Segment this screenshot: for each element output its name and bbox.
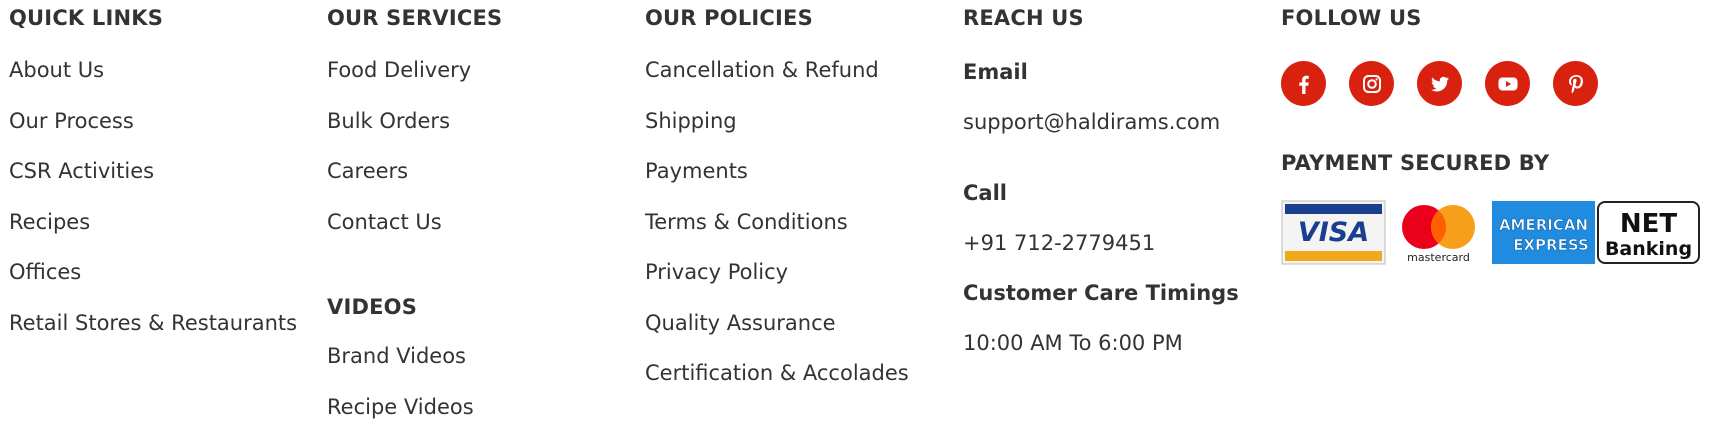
link-recipes[interactable]: Recipes bbox=[9, 210, 90, 234]
list-item: Food Delivery bbox=[327, 56, 627, 107]
list-item: Retail Stores & Restaurants bbox=[9, 309, 309, 360]
pinterest-icon[interactable] bbox=[1553, 61, 1598, 106]
list-item: Cancellation & Refund bbox=[645, 56, 945, 107]
services-list: Food Delivery Bulk Orders Careers Contac… bbox=[327, 56, 627, 258]
list-item: Certification & Accolades bbox=[645, 359, 945, 410]
link-payments[interactable]: Payments bbox=[645, 159, 748, 183]
link-bulk-orders[interactable]: Bulk Orders bbox=[327, 109, 450, 133]
link-privacy-policy[interactable]: Privacy Policy bbox=[645, 260, 788, 284]
link-recipe-videos[interactable]: Recipe Videos bbox=[327, 395, 474, 419]
youtube-icon[interactable] bbox=[1485, 61, 1530, 106]
list-item: Privacy Policy bbox=[645, 258, 945, 309]
list-item: About Us bbox=[9, 56, 309, 107]
payment-logos: VISA mastercard AMERICAN EXPRESS NET Ban… bbox=[1281, 200, 1711, 265]
list-item: Careers bbox=[327, 157, 627, 208]
services-column: OUR SERVICES Food Delivery Bulk Orders C… bbox=[327, 0, 627, 429]
payment-heading: PAYMENT SECURED BY bbox=[1281, 151, 1550, 175]
mastercard-logo: mastercard bbox=[1386, 200, 1491, 265]
link-offices[interactable]: Offices bbox=[9, 260, 81, 284]
link-food-delivery[interactable]: Food Delivery bbox=[327, 58, 471, 82]
list-item: Bulk Orders bbox=[327, 107, 627, 158]
list-item: Shipping bbox=[645, 107, 945, 158]
american-express-logo: AMERICAN EXPRESS bbox=[1491, 200, 1596, 265]
amex-line2: EXPRESS bbox=[1513, 236, 1589, 254]
quick-links-column: QUICK LINKS About Us Our Process CSR Act… bbox=[9, 0, 309, 359]
amex-line1: AMERICAN bbox=[1499, 216, 1588, 234]
list-item: Brand Videos bbox=[327, 342, 627, 393]
list-item: Terms & Conditions bbox=[645, 208, 945, 259]
reach-us-column: REACH US Email support@haldirams.com Cal… bbox=[963, 0, 1263, 357]
services-heading: OUR SERVICES bbox=[327, 6, 503, 30]
link-certification-accolades[interactable]: Certification & Accolades bbox=[645, 361, 909, 385]
timings-value: 10:00 AM To 6:00 PM bbox=[963, 331, 1183, 355]
phone-link[interactable]: +91 712-2779451 bbox=[963, 231, 1155, 255]
list-item: Payments bbox=[645, 157, 945, 208]
twitter-icon[interactable] bbox=[1417, 61, 1462, 106]
videos-heading: VIDEOS bbox=[327, 295, 418, 319]
quick-links-heading: QUICK LINKS bbox=[9, 6, 164, 30]
list-item: Quality Assurance bbox=[645, 309, 945, 360]
list-item: Offices bbox=[9, 258, 309, 309]
email-link[interactable]: support@haldirams.com bbox=[963, 110, 1220, 134]
link-terms-conditions[interactable]: Terms & Conditions bbox=[645, 210, 848, 234]
link-shipping[interactable]: Shipping bbox=[645, 109, 737, 133]
netbanking-line2: Banking bbox=[1605, 238, 1692, 260]
policies-column: OUR POLICIES Cancellation & Refund Shipp… bbox=[645, 0, 945, 410]
timings-label: Customer Care Timings bbox=[963, 281, 1239, 305]
link-our-process[interactable]: Our Process bbox=[9, 109, 134, 133]
policies-heading: OUR POLICIES bbox=[645, 6, 813, 30]
link-cancellation-refund[interactable]: Cancellation & Refund bbox=[645, 58, 879, 82]
link-about-us[interactable]: About Us bbox=[9, 58, 104, 82]
link-contact-us[interactable]: Contact Us bbox=[327, 210, 442, 234]
link-quality-assurance[interactable]: Quality Assurance bbox=[645, 311, 836, 335]
call-label: Call bbox=[963, 181, 1007, 205]
follow-us-column: FOLLOW US PAYMENT SECURED BY VISA master… bbox=[1281, 0, 1711, 265]
email-label: Email bbox=[963, 60, 1028, 84]
list-item: Recipes bbox=[9, 208, 309, 259]
social-links bbox=[1281, 61, 1711, 106]
list-item: Our Process bbox=[9, 107, 309, 158]
quick-links-list: About Us Our Process CSR Activities Reci… bbox=[9, 56, 309, 359]
videos-list: Brand Videos Recipe Videos bbox=[327, 342, 627, 429]
netbanking-line1: NET bbox=[1620, 209, 1678, 239]
instagram-icon[interactable] bbox=[1349, 61, 1394, 106]
list-item: Recipe Videos bbox=[327, 393, 627, 429]
link-csr-activities[interactable]: CSR Activities bbox=[9, 159, 154, 183]
phone-value: +91 712-2779451 bbox=[963, 229, 1263, 257]
netbanking-logo: NET Banking bbox=[1596, 200, 1701, 265]
list-item: Contact Us bbox=[327, 208, 627, 259]
visa-logo: VISA bbox=[1281, 200, 1386, 265]
visa-text: VISA bbox=[1298, 217, 1369, 248]
email-value: support@haldirams.com bbox=[963, 108, 1263, 136]
policies-list: Cancellation & Refund Shipping Payments … bbox=[645, 56, 945, 410]
follow-us-heading: FOLLOW US bbox=[1281, 6, 1422, 30]
facebook-icon[interactable] bbox=[1281, 61, 1326, 106]
list-item: CSR Activities bbox=[9, 157, 309, 208]
link-brand-videos[interactable]: Brand Videos bbox=[327, 344, 466, 368]
reach-us-heading: REACH US bbox=[963, 6, 1084, 30]
link-retail-stores[interactable]: Retail Stores & Restaurants bbox=[9, 311, 297, 335]
mastercard-text: mastercard bbox=[1407, 251, 1470, 264]
link-careers[interactable]: Careers bbox=[327, 159, 408, 183]
